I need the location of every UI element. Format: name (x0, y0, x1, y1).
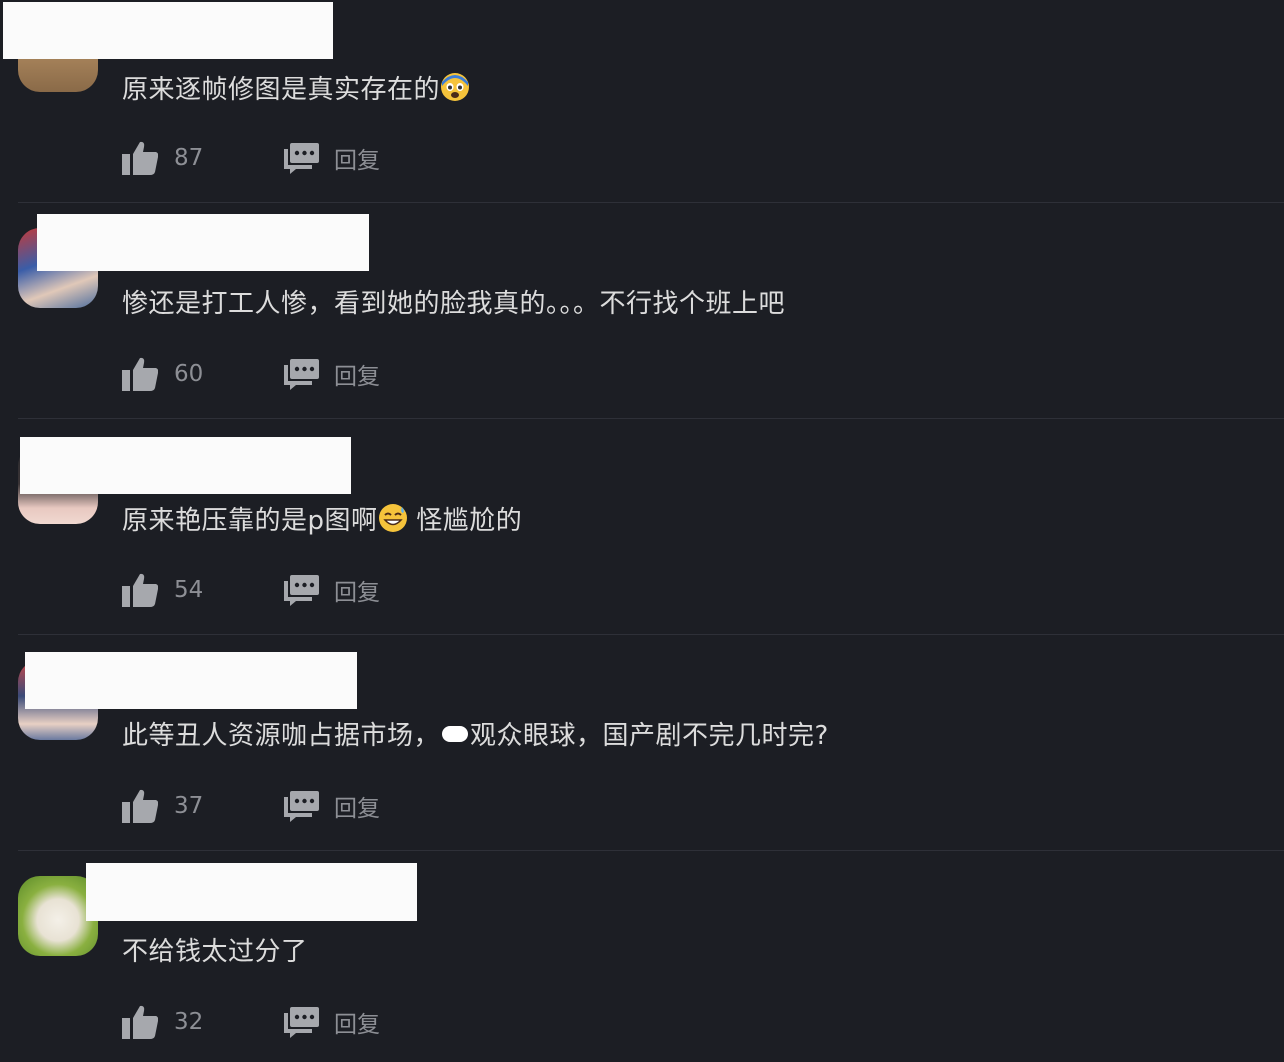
comment-text: 原来艳压靠的是p图啊 怪尴尬的 (122, 503, 522, 538)
reply-icon (284, 143, 319, 174)
like-count: 60 (174, 361, 204, 387)
like-count: 32 (174, 1009, 204, 1035)
comment-text-content: 原来逐帧修图是真实存在的 (122, 75, 441, 105)
reply-icon (284, 1007, 319, 1038)
username-redacted (37, 214, 369, 271)
comment-text-content: 不给钱太过分了 (122, 937, 308, 967)
comment-text: 惨还是打工人惨，看到她的脸我真的。。。不行找个班上吧 (122, 287, 785, 321)
reply-label: 回复 (334, 364, 380, 390)
comment-item: 此等丑人资源咖占据市场， 观众眼球，国产剧不完几时完? 37 回复 (0, 635, 1284, 850)
like-count: 37 (174, 793, 204, 819)
like-button[interactable]: 54 (122, 570, 212, 610)
comment-text-content: 惨还是打工人惨，看到她的脸我真的。。。不行找个班上吧 (122, 289, 786, 319)
like-button[interactable]: 87 (122, 138, 212, 178)
thumbs-up-icon (122, 141, 158, 175)
comment-text-part: 此等丑人资源咖占据市场， (122, 721, 441, 751)
username-redacted (25, 652, 357, 709)
reply-button[interactable]: 回复 (282, 138, 392, 178)
comment-text: 此等丑人资源咖占据市场， 观众眼球，国产剧不完几时完? (122, 719, 829, 753)
comment-text-part: 怪尴尬的 (416, 506, 523, 536)
username-redacted (20, 437, 351, 494)
reply-label: 回复 (334, 580, 380, 606)
reply-icon (284, 359, 319, 390)
like-count: 87 (174, 145, 204, 171)
thumbs-up-icon (122, 789, 158, 823)
fearful-face-icon (441, 73, 470, 101)
comment-item: 惨还是打工人惨，看到她的脸我真的。。。不行找个班上吧 60 回复 (0, 203, 1284, 418)
reply-icon (284, 575, 319, 606)
like-count: 54 (174, 577, 204, 603)
thumbs-up-icon (122, 357, 158, 391)
comment-item: 不给钱太过分了 32 回复 (0, 851, 1284, 1062)
reply-label: 回复 (334, 796, 380, 822)
comment-text-part: 原来艳压靠的是p图啊 (122, 506, 378, 536)
comment-text: 不给钱太过分了 (122, 935, 308, 969)
grinning-sweat-icon (378, 504, 407, 532)
comment-item: 原来逐帧修图是真实存在的 87 回复 (0, 0, 1284, 202)
redacted-word (440, 726, 470, 746)
reply-button[interactable]: 回复 (282, 354, 392, 394)
username-redacted (3, 2, 333, 59)
like-button[interactable]: 32 (122, 1002, 212, 1042)
comment-text: 原来逐帧修图是真实存在的 (122, 72, 470, 107)
reply-label: 回复 (334, 1012, 380, 1038)
comment-item: 原来艳压靠的是p图啊 怪尴尬的 54 回复 (0, 419, 1284, 634)
like-button[interactable]: 37 (122, 786, 212, 826)
reply-icon (284, 791, 319, 822)
thumbs-up-icon (122, 573, 158, 607)
reply-button[interactable]: 回复 (282, 570, 392, 610)
like-button[interactable]: 60 (122, 354, 212, 394)
reply-button[interactable]: 回复 (282, 1002, 392, 1042)
username-redacted (86, 863, 417, 921)
comment-text-part: 观众眼球，国产剧不完几时完? (470, 721, 829, 751)
reply-button[interactable]: 回复 (282, 786, 392, 826)
thumbs-up-icon (122, 1005, 158, 1039)
reply-label: 回复 (334, 148, 380, 174)
comment-feed: 原来逐帧修图是真实存在的 87 回复 惨还是打工人惨，看到她的脸我真的。。。不行… (0, 0, 1284, 1062)
